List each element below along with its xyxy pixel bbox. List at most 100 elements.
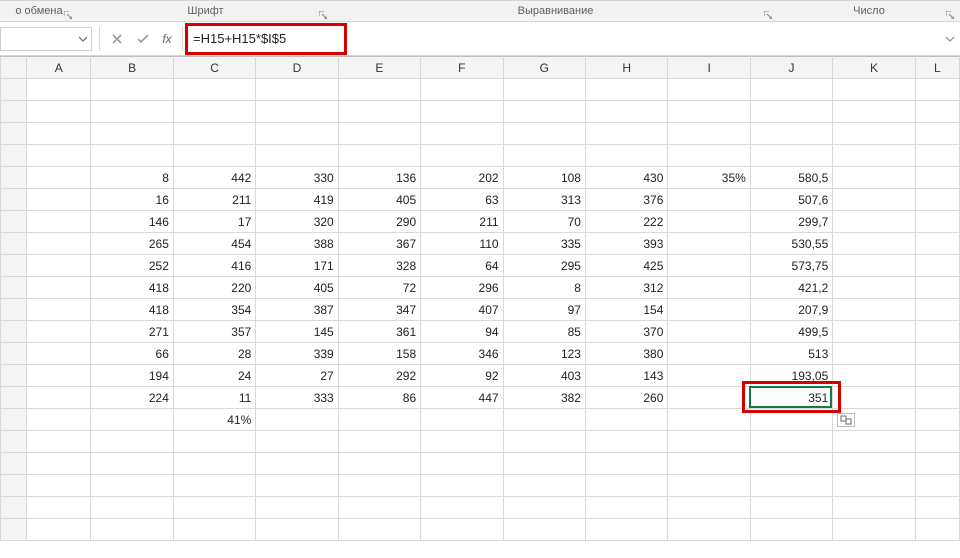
cell[interactable] bbox=[421, 475, 503, 497]
cell[interactable] bbox=[585, 497, 667, 519]
cell[interactable] bbox=[668, 365, 750, 387]
cell[interactable]: 290 bbox=[338, 211, 420, 233]
cell[interactable] bbox=[421, 101, 503, 123]
cell[interactable] bbox=[91, 409, 173, 431]
cell[interactable] bbox=[585, 101, 667, 123]
cell[interactable] bbox=[27, 79, 91, 101]
dialog-launcher-icon[interactable] bbox=[62, 9, 74, 21]
cell[interactable] bbox=[91, 497, 173, 519]
row-header[interactable] bbox=[1, 409, 27, 431]
cell[interactable] bbox=[915, 167, 959, 189]
cell[interactable]: 211 bbox=[173, 189, 255, 211]
cell[interactable] bbox=[915, 277, 959, 299]
cell[interactable] bbox=[421, 497, 503, 519]
column-header[interactable]: I bbox=[668, 57, 750, 79]
cell[interactable]: 328 bbox=[338, 255, 420, 277]
column-header[interactable]: G bbox=[503, 57, 585, 79]
cell[interactable] bbox=[27, 409, 91, 431]
cell[interactable] bbox=[421, 453, 503, 475]
cell[interactable] bbox=[585, 409, 667, 431]
cell[interactable]: 86 bbox=[338, 387, 420, 409]
cell[interactable] bbox=[173, 79, 255, 101]
row-header[interactable] bbox=[1, 299, 27, 321]
cell[interactable] bbox=[256, 519, 338, 541]
cell[interactable]: 11 bbox=[173, 387, 255, 409]
cell[interactable] bbox=[27, 255, 91, 277]
cell[interactable] bbox=[585, 79, 667, 101]
cell[interactable] bbox=[833, 497, 915, 519]
cell[interactable] bbox=[750, 497, 832, 519]
worksheet[interactable]: ABCDEFGHIJKL 844233013620210843035%580,5… bbox=[0, 56, 960, 541]
cell[interactable] bbox=[915, 233, 959, 255]
cell[interactable] bbox=[503, 101, 585, 123]
cell[interactable] bbox=[256, 453, 338, 475]
cell[interactable] bbox=[750, 519, 832, 541]
row-header[interactable] bbox=[1, 453, 27, 475]
cell[interactable]: 136 bbox=[338, 167, 420, 189]
cell[interactable] bbox=[668, 211, 750, 233]
column-header[interactable]: E bbox=[338, 57, 420, 79]
cell[interactable]: 207,9 bbox=[750, 299, 832, 321]
cell[interactable] bbox=[503, 431, 585, 453]
cell[interactable] bbox=[833, 101, 915, 123]
cell[interactable]: 405 bbox=[338, 189, 420, 211]
cell[interactable]: 357 bbox=[173, 321, 255, 343]
cell[interactable]: 333 bbox=[256, 387, 338, 409]
cell[interactable] bbox=[915, 365, 959, 387]
row-header[interactable] bbox=[1, 233, 27, 255]
cell[interactable] bbox=[173, 497, 255, 519]
cell[interactable] bbox=[338, 431, 420, 453]
row-header[interactable] bbox=[1, 101, 27, 123]
cell[interactable] bbox=[833, 189, 915, 211]
row-header[interactable] bbox=[1, 189, 27, 211]
cell[interactable] bbox=[256, 79, 338, 101]
cell[interactable]: 110 bbox=[421, 233, 503, 255]
cell[interactable] bbox=[750, 431, 832, 453]
cell[interactable]: 224 bbox=[91, 387, 173, 409]
cell[interactable] bbox=[27, 145, 91, 167]
cell[interactable] bbox=[668, 123, 750, 145]
cell[interactable] bbox=[915, 255, 959, 277]
cell[interactable]: 154 bbox=[585, 299, 667, 321]
column-header[interactable]: F bbox=[421, 57, 503, 79]
cell[interactable]: 252 bbox=[91, 255, 173, 277]
cell[interactable]: 16 bbox=[91, 189, 173, 211]
chevron-down-icon[interactable] bbox=[78, 33, 88, 47]
cell[interactable] bbox=[503, 123, 585, 145]
autofill-options-button[interactable] bbox=[837, 413, 855, 427]
dialog-launcher-icon[interactable] bbox=[762, 9, 774, 21]
cell[interactable] bbox=[338, 475, 420, 497]
column-header[interactable]: A bbox=[27, 57, 91, 79]
cell[interactable] bbox=[833, 365, 915, 387]
cell[interactable]: 419 bbox=[256, 189, 338, 211]
cell[interactable] bbox=[173, 123, 255, 145]
cell[interactable]: 421,2 bbox=[750, 277, 832, 299]
cell[interactable] bbox=[27, 233, 91, 255]
cell[interactable]: 442 bbox=[173, 167, 255, 189]
cell[interactable] bbox=[421, 431, 503, 453]
cell[interactable]: 92 bbox=[421, 365, 503, 387]
cell[interactable] bbox=[256, 475, 338, 497]
cell[interactable]: 171 bbox=[256, 255, 338, 277]
column-header[interactable]: L bbox=[915, 57, 959, 79]
cell[interactable]: 351 bbox=[750, 387, 832, 409]
cell[interactable]: 320 bbox=[256, 211, 338, 233]
cell[interactable] bbox=[338, 145, 420, 167]
cell[interactable] bbox=[915, 321, 959, 343]
cell[interactable]: 220 bbox=[173, 277, 255, 299]
cell[interactable]: 28 bbox=[173, 343, 255, 365]
cell[interactable]: 27 bbox=[256, 365, 338, 387]
cell[interactable] bbox=[27, 167, 91, 189]
cell[interactable]: 530,55 bbox=[750, 233, 832, 255]
cell[interactable] bbox=[421, 409, 503, 431]
cell[interactable]: 72 bbox=[338, 277, 420, 299]
cell[interactable] bbox=[833, 123, 915, 145]
cell[interactable] bbox=[338, 101, 420, 123]
row-header[interactable] bbox=[1, 277, 27, 299]
row-header[interactable] bbox=[1, 321, 27, 343]
cell[interactable] bbox=[915, 189, 959, 211]
cell[interactable]: 295 bbox=[503, 255, 585, 277]
cell[interactable] bbox=[27, 277, 91, 299]
cell[interactable]: 312 bbox=[585, 277, 667, 299]
cell[interactable]: 70 bbox=[503, 211, 585, 233]
